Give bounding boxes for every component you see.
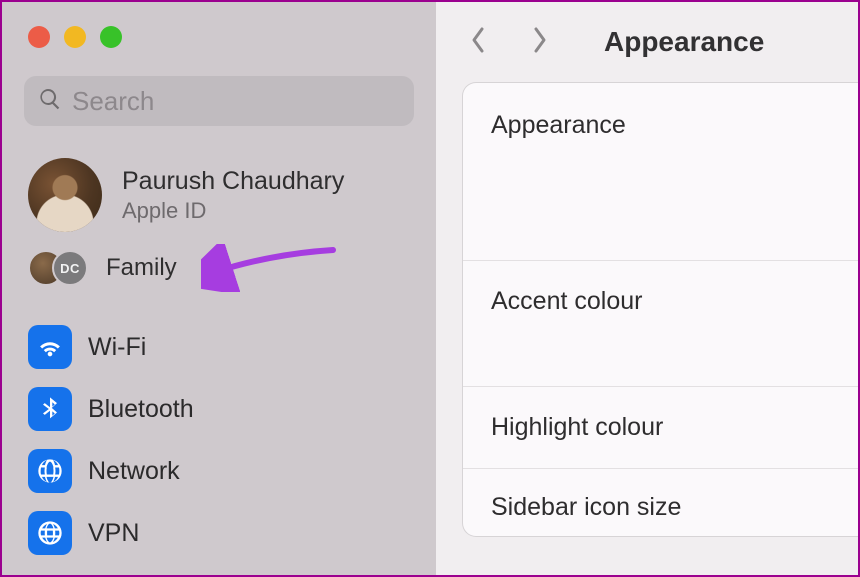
family-label: Family	[106, 254, 177, 282]
page-title: Appearance	[604, 26, 764, 58]
user-avatar	[28, 158, 102, 232]
header-nav: Appearance	[436, 12, 858, 82]
close-window-button[interactable]	[28, 26, 50, 48]
settings-panel: Appearance Accent colour Highlight colou…	[462, 82, 858, 537]
minimize-window-button[interactable]	[64, 26, 86, 48]
sidebar-item-vpn[interactable]: VPN	[24, 502, 414, 564]
sidebar-list: Wi-Fi Bluetooth Network VPN	[24, 316, 414, 564]
apple-id-account[interactable]: Paurush Chaudhary Apple ID	[24, 154, 414, 240]
sidebar-item-family[interactable]: DC Family	[24, 240, 414, 304]
sidebar-item-bluetooth[interactable]: Bluetooth	[24, 378, 414, 440]
search-icon	[38, 87, 62, 116]
account-text: Paurush Chaudhary Apple ID	[122, 167, 344, 224]
search-input[interactable]	[72, 86, 400, 117]
sidebar-item-network[interactable]: Network	[24, 440, 414, 502]
setting-appearance[interactable]: Appearance	[463, 83, 858, 260]
account-name: Paurush Chaudhary	[122, 167, 344, 196]
sidebar-item-label: Bluetooth	[88, 395, 194, 424]
chevron-left-icon	[469, 26, 487, 59]
window-controls	[28, 26, 414, 48]
vpn-globe-icon	[28, 511, 72, 555]
annotation-arrow	[201, 244, 341, 292]
setting-accent-colour[interactable]: Accent colour	[463, 260, 858, 386]
fullscreen-window-button[interactable]	[100, 26, 122, 48]
setting-sidebar-icon-size[interactable]: Sidebar icon size	[463, 468, 858, 536]
main-content: Appearance Appearance Accent colour High…	[436, 2, 858, 575]
sidebar-item-label: Network	[88, 457, 180, 486]
account-subtitle: Apple ID	[122, 198, 344, 224]
sidebar-item-label: Wi-Fi	[88, 333, 146, 362]
setting-highlight-colour[interactable]: Highlight colour	[463, 386, 858, 468]
family-avatars: DC	[28, 250, 88, 286]
nav-back-button[interactable]	[462, 26, 494, 58]
globe-icon	[28, 449, 72, 493]
chevron-right-icon	[531, 26, 549, 59]
nav-forward-button[interactable]	[524, 26, 556, 58]
bluetooth-icon	[28, 387, 72, 431]
sidebar-item-wifi[interactable]: Wi-Fi	[24, 316, 414, 378]
sidebar: Paurush Chaudhary Apple ID DC Family Wi-…	[2, 2, 436, 575]
sidebar-item-label: VPN	[88, 519, 139, 548]
search-field[interactable]	[24, 76, 414, 126]
family-member-avatar: DC	[52, 250, 88, 286]
wifi-icon	[28, 325, 72, 369]
